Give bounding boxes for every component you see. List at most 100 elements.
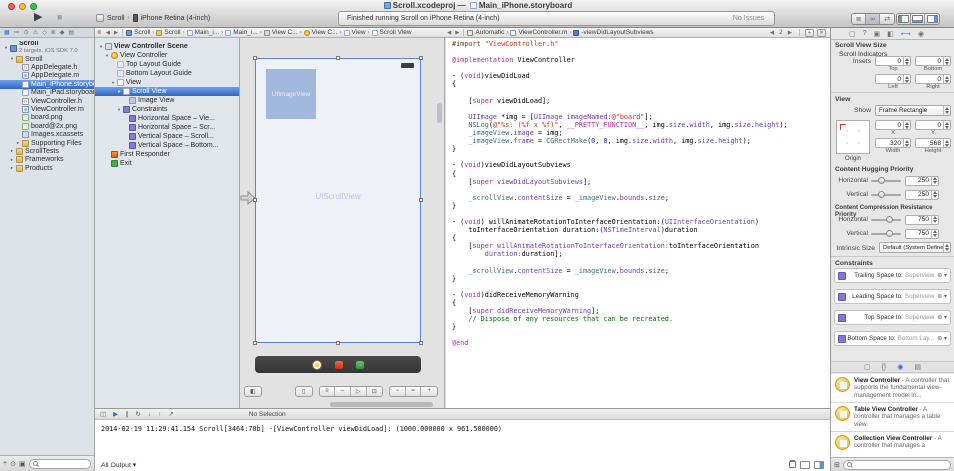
stepper-icon[interactable]: [931, 230, 938, 238]
navigator-filter-field[interactable]: [29, 459, 91, 469]
slider-knob-icon[interactable]: [886, 216, 893, 223]
navigator-item-row[interactable]: board.png: [0, 114, 94, 122]
exit-dock-icon[interactable]: →: [356, 361, 364, 369]
disclosure-down-icon[interactable]: ▾: [97, 44, 105, 50]
disclosure-right-icon[interactable]: ▸: [8, 148, 16, 154]
outline-item-row[interactable]: ▾Constraints: [95, 105, 239, 114]
ib-canvas[interactable]: UIImageView UIScrollView → ◧▯≡⇔▷⊡−=+: [240, 38, 445, 408]
outline-item-row[interactable]: Vertical Space – Bottom...: [95, 141, 239, 150]
inset-top-field[interactable]: 0: [875, 56, 911, 66]
forward-button[interactable]: ▶: [455, 30, 459, 36]
library-search-field[interactable]: [843, 460, 951, 470]
stepper-icon[interactable]: [943, 75, 950, 83]
navigator-item-row[interactable]: ▸Supporting Files: [0, 139, 94, 147]
inset-bottom-field[interactable]: 0: [915, 56, 951, 66]
selection-handle[interactable]: [419, 56, 423, 60]
library-item[interactable]: Table View Controller - A controller tha…: [831, 403, 954, 432]
view-controller-dock-icon[interactable]: [312, 360, 322, 370]
selection-handle[interactable]: [336, 56, 340, 60]
run-button[interactable]: ▶: [34, 10, 42, 23]
navigator-item-row[interactable]: ▸Products: [0, 164, 94, 172]
library-item[interactable]: View Controller - A controller that supp…: [831, 374, 954, 403]
disclosure-down-icon[interactable]: ▾: [115, 107, 123, 113]
resizing-button[interactable]: ⊡: [367, 387, 383, 396]
navigator-item-row[interactable]: Main_iPad.storyboard: [0, 89, 94, 97]
stepper-icon[interactable]: [903, 57, 910, 65]
stepper-icon[interactable]: [931, 216, 938, 224]
align-button[interactable]: ≡: [320, 387, 336, 396]
jumpbar-item[interactable]: Scroll: [126, 29, 150, 36]
test-navigator-tab[interactable]: ◇: [42, 29, 47, 36]
jumpbar-item[interactable]: Scroll: [156, 29, 180, 36]
trash-icon[interactable]: [789, 461, 796, 468]
outline-item-row[interactable]: Horizontal Space – Vie...: [95, 114, 239, 123]
disclosure-down-icon[interactable]: ▾: [115, 89, 123, 95]
stepper-icon[interactable]: [931, 177, 938, 185]
jumpbar-item[interactable]: Automatic: [467, 29, 504, 36]
disclosure-down-icon[interactable]: ▾: [103, 53, 111, 59]
navigator-item-row[interactable]: ▾Scroll2 targets, iOS SDK 7.0: [0, 41, 94, 55]
stepper-icon[interactable]: [943, 139, 950, 147]
navigator-item-row[interactable]: mViewController.m: [0, 105, 94, 113]
back-button[interactable]: ◀: [447, 30, 451, 36]
jumpbar-item[interactable]: -viewDidLayoutSubviews: [573, 29, 653, 36]
frame-x-field[interactable]: 0: [875, 120, 911, 130]
library-view-mode-icon[interactable]: ⊞: [834, 461, 840, 469]
intrinsic-size-dropdown[interactable]: Default (System Defined): [879, 242, 951, 253]
attributes-inspector-tab[interactable]: ◧: [887, 30, 894, 38]
selection-handle[interactable]: [253, 341, 257, 345]
step-out-button[interactable]: ↑: [158, 411, 161, 418]
zoom-out-button[interactable]: −: [390, 387, 406, 396]
add-button[interactable]: +: [3, 460, 7, 467]
quick-help-inspector-tab[interactable]: ?: [863, 30, 867, 37]
frame-width-field[interactable]: 320: [875, 138, 911, 148]
selection-handle[interactable]: [253, 198, 257, 202]
version-editor-button[interactable]: ⇄: [880, 14, 894, 24]
jumpbar-item[interactable]: Main_i...: [225, 29, 258, 36]
symbol-navigator-tab[interactable]: ≔: [14, 29, 20, 36]
next-counterpart-button[interactable]: ▶: [788, 30, 792, 36]
hugging-horizontal-slider[interactable]: [871, 180, 901, 182]
outline-item-row[interactable]: Top Layout Guide: [95, 60, 239, 69]
navigator-item-row[interactable]: ▸ScrollTests: [0, 147, 94, 155]
jumpbar-item[interactable]: View C...: [304, 29, 338, 36]
disclosure-right-icon[interactable]: ▸: [14, 140, 22, 146]
issue-navigator-tab[interactable]: ⚠: [33, 29, 38, 36]
project-navigator-tab[interactable]: ▦: [4, 29, 10, 36]
connections-inspector-tab[interactable]: ◉: [918, 30, 924, 38]
variables-pane-toggle[interactable]: [800, 461, 810, 469]
find-navigator-tab[interactable]: ⊙: [24, 29, 29, 36]
show-dropdown[interactable]: Frame Rectangle: [875, 105, 951, 116]
hugging-vertical-slider[interactable]: [871, 194, 901, 196]
disclosure-down-icon[interactable]: ▾: [2, 45, 10, 51]
canvas-vertical-scrollbar[interactable]: [437, 103, 442, 123]
debug-navigator-tab[interactable]: ≣: [51, 29, 56, 36]
outline-item-row[interactable]: ▾View: [95, 78, 239, 87]
inset-left-field[interactable]: 0: [875, 74, 911, 84]
navigator-filter-input[interactable]: [40, 460, 90, 467]
view-controller-view[interactable]: UIImageView UIScrollView: [255, 58, 421, 343]
add-assistant-editor-button[interactable]: +: [805, 29, 814, 37]
outline-item-row[interactable]: ▾View Controller Scene: [95, 42, 239, 51]
jumpbar-item[interactable]: ViewController.m: [510, 29, 567, 36]
stepper-icon[interactable]: [943, 121, 950, 129]
zoom-actual-button[interactable]: =: [406, 387, 422, 396]
gear-menu-icon[interactable]: ⊛ ▾: [937, 314, 947, 321]
media-library-tab[interactable]: ▤: [914, 363, 921, 371]
dock-toggle-button[interactable]: ▯: [296, 387, 312, 396]
slider-knob-icon[interactable]: [878, 177, 885, 184]
outline-item-row[interactable]: Vertical Space – Scroll...: [95, 132, 239, 141]
constraint-row[interactable]: Top Space to:Superview⊛ ▾: [834, 310, 951, 325]
continue-button[interactable]: ▶: [113, 410, 118, 418]
outline-item-row[interactable]: ▾View Controller: [95, 51, 239, 60]
first-responder-dock-icon[interactable]: [335, 361, 343, 369]
close-window-button[interactable]: [8, 3, 15, 10]
navigator-item-row[interactable]: ▸Frameworks: [0, 156, 94, 164]
file-template-library-tab[interactable]: ▢: [864, 363, 871, 371]
frame-y-field[interactable]: 0: [915, 120, 951, 130]
debug-location-button[interactable]: ↗: [168, 410, 173, 418]
selection-handle[interactable]: [253, 56, 257, 60]
stepper-icon[interactable]: [943, 57, 950, 65]
step-over-button[interactable]: ↻: [135, 410, 140, 418]
navigator-item-row[interactable]: Images.xcassets: [0, 131, 94, 139]
